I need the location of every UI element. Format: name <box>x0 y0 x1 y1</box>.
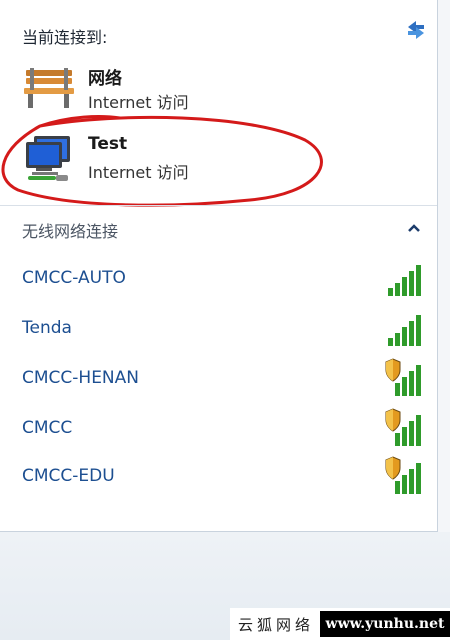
refresh-icon[interactable] <box>402 17 430 41</box>
wifi-network-name: CMCC-HENAN <box>22 368 139 388</box>
connection-item-network[interactable]: 网络 Internet 访问 <box>20 64 420 124</box>
connection-item-test[interactable]: Test Internet 访问 <box>20 134 420 194</box>
wifi-network-item[interactable]: CMCC-AUTO <box>0 258 437 302</box>
connection-access: Internet 访问 <box>88 163 189 182</box>
signal-strength-icon <box>388 265 421 296</box>
connection-name: 网络 <box>88 69 122 89</box>
wifi-network-name: CMCC-AUTO <box>22 268 126 288</box>
secured-signal-icon <box>385 358 421 396</box>
wifi-network-name: CMCC-EDU <box>22 466 115 486</box>
park-bench-icon <box>24 68 74 108</box>
watermark-url: www.yunhu.net <box>320 611 450 637</box>
connection-access: Internet 访问 <box>88 93 189 112</box>
wired-network-icon <box>26 136 70 181</box>
wifi-network-item[interactable]: CMCC-EDU <box>0 456 437 500</box>
section-divider <box>0 205 437 206</box>
wifi-network-name: CMCC <box>22 418 73 438</box>
watermark-site-name: 云狐网络 <box>238 616 315 634</box>
wifi-network-item[interactable]: Tenda <box>0 308 437 352</box>
chevron-up-icon[interactable] <box>406 222 422 234</box>
current-connections-title: 当前连接到: <box>22 28 108 47</box>
wifi-network-name: Tenda <box>22 318 72 338</box>
watermark: 云狐网络 www.yunhu.net <box>230 608 450 640</box>
secured-signal-icon <box>385 456 421 494</box>
wifi-network-item[interactable]: CMCC <box>0 408 437 452</box>
connection-name: Test <box>88 134 128 154</box>
signal-strength-icon <box>388 315 421 346</box>
secured-signal-icon <box>385 408 421 446</box>
wireless-section-title: 无线网络连接 <box>22 222 119 241</box>
network-flyout-panel: 当前连接到: 网络 Internet 访问 Test Internet 访问 无… <box>0 0 438 532</box>
wifi-network-item[interactable]: CMCC-HENAN <box>0 358 437 402</box>
